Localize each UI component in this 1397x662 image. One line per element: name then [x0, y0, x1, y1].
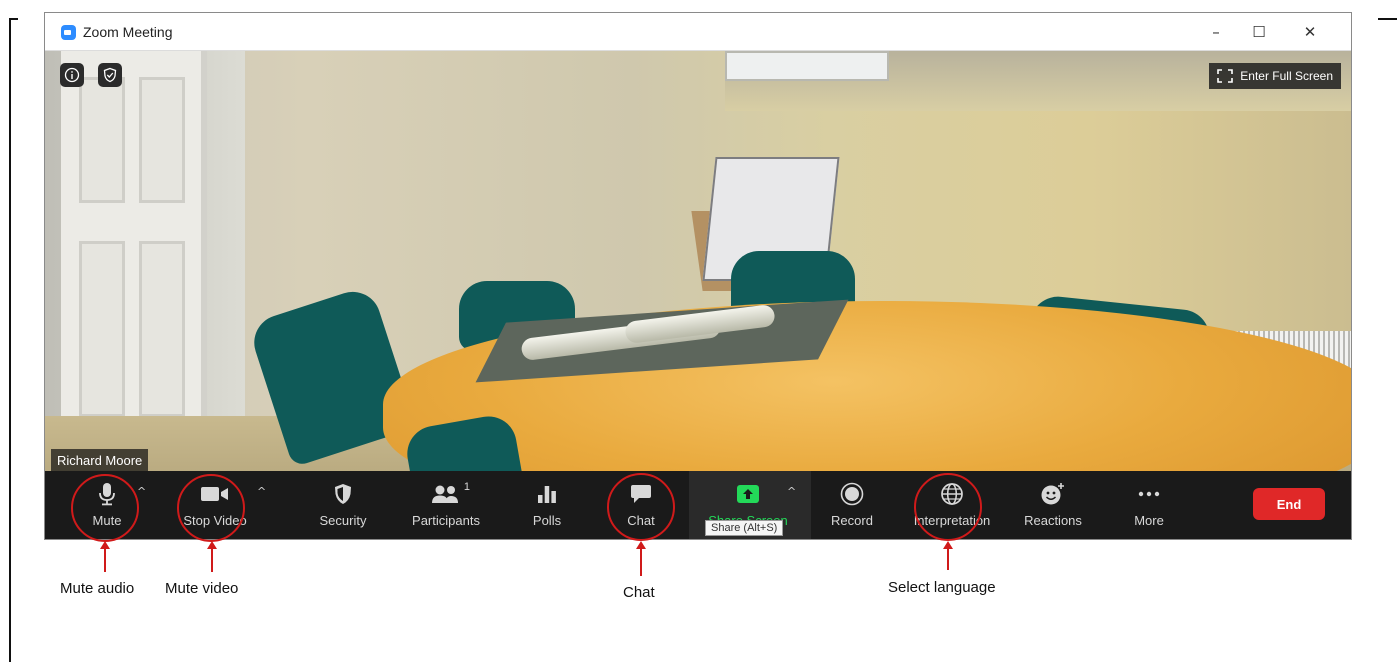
interpretation-annotation-arrowhead: [943, 541, 953, 549]
smiley-plus-icon: [1041, 483, 1064, 505]
more-button[interactable]: More: [1127, 471, 1171, 539]
more-dots-icon: [1138, 491, 1160, 497]
record-button[interactable]: Record: [825, 471, 879, 539]
chat-caption: Chat: [623, 584, 655, 601]
bar-chart-icon: [538, 486, 556, 503]
interpretation-annotation-arrow: [947, 548, 949, 570]
polls-button[interactable]: Polls: [525, 471, 569, 539]
page-bracket-left-top: [9, 18, 18, 20]
room-door: [61, 51, 207, 471]
interpretation-annotation-ring: [914, 473, 982, 541]
security-button[interactable]: Security: [313, 471, 373, 539]
mute-annotation-arrowhead: [100, 541, 110, 549]
fullscreen-icon: [1217, 69, 1234, 83]
page-bracket-left-vertical: [9, 18, 11, 662]
stop-video-annotation-ring: [177, 474, 245, 542]
mute-annotation-ring: [71, 474, 139, 542]
page-bracket-right-top: [1378, 18, 1397, 20]
security-label: Security: [319, 513, 367, 528]
chat-annotation-ring: [607, 473, 675, 541]
end-meeting-button[interactable]: End: [1253, 488, 1325, 520]
stop-video-annotation-arrowhead: [207, 541, 217, 549]
record-icon: [840, 482, 864, 506]
shield-check-icon[interactable]: [98, 63, 122, 87]
share-tooltip: Share (Alt+S): [705, 520, 784, 536]
record-label: Record: [831, 513, 873, 528]
chat-annotation-arrowhead: [636, 541, 646, 549]
more-label: More: [1134, 513, 1164, 528]
room-window: [725, 51, 889, 81]
select-language-caption: Select language: [888, 579, 996, 596]
mute-annotation-arrow: [104, 548, 106, 572]
window-title: Zoom Meeting: [83, 24, 173, 40]
participants-icon: [432, 485, 458, 503]
video-options-caret[interactable]: ^: [257, 485, 266, 498]
polls-label: Polls: [532, 513, 562, 528]
close-button[interactable]: ✕: [1295, 19, 1325, 45]
maximize-button[interactable]: ☐: [1244, 19, 1274, 45]
zoom-app-icon: [61, 25, 76, 40]
enter-full-screen-button[interactable]: Enter Full Screen: [1209, 63, 1341, 89]
share-screen-icon: [737, 485, 759, 503]
chat-annotation-arrow: [640, 548, 642, 576]
zoom-window: Zoom Meeting – ☐ ✕ Enter Full Screen Ric…: [44, 12, 1352, 540]
info-icon[interactable]: [60, 63, 84, 87]
reactions-label: Reactions: [1024, 513, 1082, 528]
share-options-caret[interactable]: ^: [787, 485, 796, 498]
participants-count: 1: [463, 481, 470, 493]
title-bar: Zoom Meeting – ☐ ✕: [45, 13, 1351, 51]
video-feed: Enter Full Screen Richard Moore: [45, 51, 1351, 471]
shield-icon: [335, 484, 351, 504]
participants-button[interactable]: 1 Participants: [403, 471, 489, 539]
enter-full-screen-label: Enter Full Screen: [1240, 69, 1333, 83]
stop-video-annotation-arrow: [211, 548, 213, 572]
audio-options-caret[interactable]: ^: [137, 485, 146, 498]
reactions-button[interactable]: Reactions: [1021, 471, 1085, 539]
mute-video-caption: Mute video: [165, 580, 239, 597]
mute-audio-caption: Mute audio: [60, 580, 135, 597]
participant-name-tag: Richard Moore: [51, 449, 149, 471]
participants-label: Participants: [412, 513, 480, 528]
minimize-button[interactable]: –: [1201, 19, 1231, 45]
